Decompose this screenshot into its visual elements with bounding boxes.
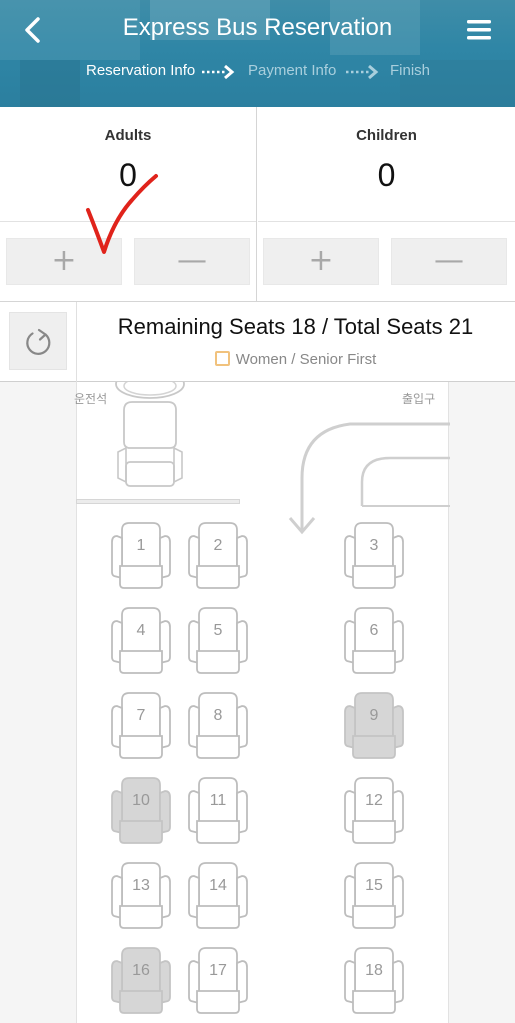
seat-5[interactable]: 5 bbox=[185, 605, 251, 677]
seat-icon bbox=[344, 777, 404, 844]
adults-plus-button[interactable]: + bbox=[6, 238, 122, 285]
seat-number: 17 bbox=[209, 962, 227, 979]
seat-icon bbox=[344, 522, 404, 589]
seat-icon bbox=[111, 862, 171, 929]
seat-17[interactable]: 17 bbox=[185, 945, 251, 1017]
seat-info-bar: Remaining Seats 18 / Total Seats 21 Wome… bbox=[0, 302, 515, 382]
app-header: Express Bus Reservation Reservation Info… bbox=[0, 0, 515, 107]
seat-number: 4 bbox=[136, 622, 146, 639]
seat-icon bbox=[111, 947, 171, 1014]
seat-icon bbox=[188, 522, 248, 589]
seat-icon bbox=[111, 607, 171, 674]
seat-3[interactable]: 3 bbox=[341, 520, 407, 592]
adults-count: 0 bbox=[119, 157, 137, 193]
passenger-counters: Adults 0 + — Children 0 + — bbox=[0, 107, 515, 302]
step-payment-info: Payment Info bbox=[248, 62, 337, 79]
seat-7[interactable]: 7 bbox=[108, 690, 174, 762]
seat-number: 16 bbox=[132, 962, 150, 979]
seat-13[interactable]: 13 bbox=[108, 860, 174, 932]
seat-number: 14 bbox=[209, 877, 227, 894]
seat-16: 16 bbox=[108, 945, 174, 1017]
remaining-seats-text: Remaining Seats 18 / Total Seats 21 bbox=[117, 314, 474, 339]
seat-number: 13 bbox=[132, 877, 150, 894]
refresh-button[interactable] bbox=[9, 312, 67, 370]
seat-8[interactable]: 8 bbox=[185, 690, 251, 762]
divider bbox=[258, 221, 515, 222]
seat-icon bbox=[344, 607, 404, 674]
seat-icon bbox=[188, 692, 248, 759]
refresh-icon bbox=[26, 328, 51, 355]
driver-seat-label: 운전석 bbox=[74, 392, 108, 406]
children-count: 0 bbox=[377, 157, 396, 193]
seat-icon bbox=[188, 862, 248, 929]
seat-10: 10 bbox=[108, 775, 174, 847]
children-counter: Children 0 + — bbox=[258, 107, 515, 302]
seat-4[interactable]: 4 bbox=[108, 605, 174, 677]
hamburger-menu-icon bbox=[467, 20, 491, 40]
seat-number: 1 bbox=[136, 537, 146, 554]
driver-seat-icon bbox=[115, 382, 185, 487]
seat-icon bbox=[188, 607, 248, 674]
adults-counter: Adults 0 + — bbox=[0, 107, 257, 302]
seat-number: 15 bbox=[365, 877, 383, 894]
seat-1[interactable]: 1 bbox=[108, 520, 174, 592]
children-plus-button[interactable]: + bbox=[263, 238, 379, 285]
seat-15[interactable]: 15 bbox=[341, 860, 407, 932]
seat-icon bbox=[188, 777, 248, 844]
seat-icon bbox=[111, 522, 171, 589]
seat-icon bbox=[111, 692, 171, 759]
seat-number: 5 bbox=[213, 622, 223, 639]
step-finish: Finish bbox=[390, 62, 431, 79]
adults-minus-button[interactable]: — bbox=[134, 238, 250, 285]
seat-9: 9 bbox=[341, 690, 407, 762]
seat-icon bbox=[344, 862, 404, 929]
seat-number: 12 bbox=[365, 792, 383, 809]
progress-steps: Reservation Info Payment Info Finish bbox=[0, 62, 515, 84]
seat-number: 9 bbox=[369, 707, 379, 724]
seat-map: 운전석 출입구 1 2 3 4 5 6 7 8 9 10 11 12 13 14 15 16 17 18 bbox=[0, 382, 515, 1023]
seat-2[interactable]: 2 bbox=[185, 520, 251, 592]
driver-partition bbox=[76, 499, 240, 504]
divider bbox=[0, 221, 256, 222]
seat-number: 8 bbox=[213, 707, 223, 724]
seat-18[interactable]: 18 bbox=[341, 945, 407, 1017]
seat-icon bbox=[344, 692, 404, 759]
adults-label: Adults bbox=[104, 127, 152, 144]
seat-legend: Women / Senior First bbox=[76, 351, 515, 368]
seat-icon bbox=[111, 777, 171, 844]
step-reservation-info: Reservation Info bbox=[86, 62, 196, 79]
page-title: Express Bus Reservation bbox=[122, 14, 393, 41]
legend-swatch bbox=[214, 351, 230, 366]
seat-number: 2 bbox=[213, 537, 223, 554]
seat-number: 10 bbox=[132, 792, 150, 809]
seat-14[interactable]: 14 bbox=[185, 860, 251, 932]
seat-number: 18 bbox=[365, 962, 383, 979]
seat-number: 3 bbox=[369, 537, 379, 554]
seat-number: 7 bbox=[136, 707, 146, 724]
seat-icon bbox=[188, 947, 248, 1014]
seat-11[interactable]: 11 bbox=[185, 775, 251, 847]
seat-icon bbox=[344, 947, 404, 1014]
children-minus-button[interactable]: — bbox=[391, 238, 507, 285]
step-arrow-icon bbox=[202, 64, 235, 80]
entrance-label: 출입구 bbox=[402, 392, 436, 406]
legend-label: Women / Senior First bbox=[235, 351, 377, 368]
step-arrow-icon bbox=[346, 64, 379, 80]
seat-12[interactable]: 12 bbox=[341, 775, 407, 847]
seat-6[interactable]: 6 bbox=[341, 605, 407, 677]
seat-number: 6 bbox=[369, 622, 379, 639]
seat-number: 11 bbox=[209, 792, 227, 809]
menu-button[interactable] bbox=[464, 18, 494, 44]
children-label: Children bbox=[356, 127, 417, 144]
